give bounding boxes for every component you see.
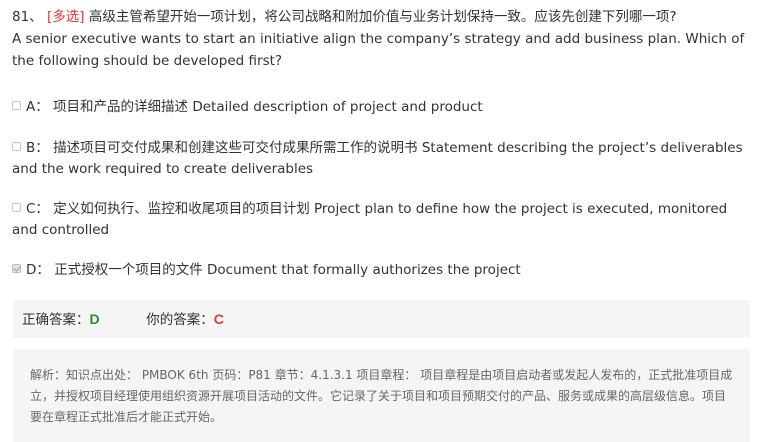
option-c-checkbox[interactable]	[12, 203, 21, 212]
your-answer-value: C	[213, 311, 224, 327]
option-d-text: 正式授权一个项目的文件 Document that formally autho…	[54, 262, 521, 278]
option-a-checkbox[interactable]	[12, 101, 21, 110]
analysis-panel: 解析：知识点出处： PMBOK 6th 页码：P81 章节：4.1.3.1 项目…	[13, 349, 750, 442]
option-b-text: 描述项目可交付成果和创建这些可交付成果所需工作的说明书 Statement de…	[12, 140, 743, 177]
option-b-checkbox[interactable]	[12, 142, 21, 151]
option-a[interactable]: A： 项目和产品的详细描述 Detailed description of pr…	[12, 97, 752, 118]
question-stem: 81、 [多选] 高级主管希望开始一项计划，将公司战略和附加价值与业务计划保持一…	[12, 6, 748, 72]
question-number: 81、	[12, 9, 43, 25]
question-text-en: A senior executive wants to start an ini…	[12, 31, 745, 69]
your-answer-label: 你的答案：	[146, 312, 214, 328]
analysis-text: 解析：知识点出处： PMBOK 6th 页码：P81 章节：4.1.3.1 项目…	[30, 368, 733, 424]
option-c[interactable]: C： 定义如何执行、监控和收尾项目的项目计划 Project plan to d…	[12, 199, 752, 241]
option-a-letter: A：	[26, 99, 49, 115]
option-b-letter: B：	[26, 140, 49, 156]
option-c-letter: C：	[26, 201, 49, 217]
correct-answer-value: D	[89, 311, 100, 327]
answer-panel: 正确答案：D 你的答案：C	[13, 300, 750, 338]
option-c-text: 定义如何执行、监控和收尾项目的项目计划 Project plan to defi…	[12, 201, 728, 238]
question-type-tag: [多选]	[46, 9, 85, 25]
correct-answer-label: 正确答案：	[22, 312, 90, 328]
option-b[interactable]: B： 描述项目可交付成果和创建这些可交付成果所需工作的说明书 Statement…	[12, 138, 752, 180]
option-d-letter: D：	[26, 262, 50, 278]
option-a-text: 项目和产品的详细描述 Detailed description of proje…	[53, 99, 483, 115]
option-d[interactable]: D： 正式授权一个项目的文件 Document that formally au…	[12, 260, 752, 281]
question-text-cn: 高级主管希望开始一项计划，将公司战略和附加价值与业务计划保持一致。应该先创建下列…	[88, 9, 677, 25]
option-d-checkbox[interactable]	[12, 264, 21, 273]
